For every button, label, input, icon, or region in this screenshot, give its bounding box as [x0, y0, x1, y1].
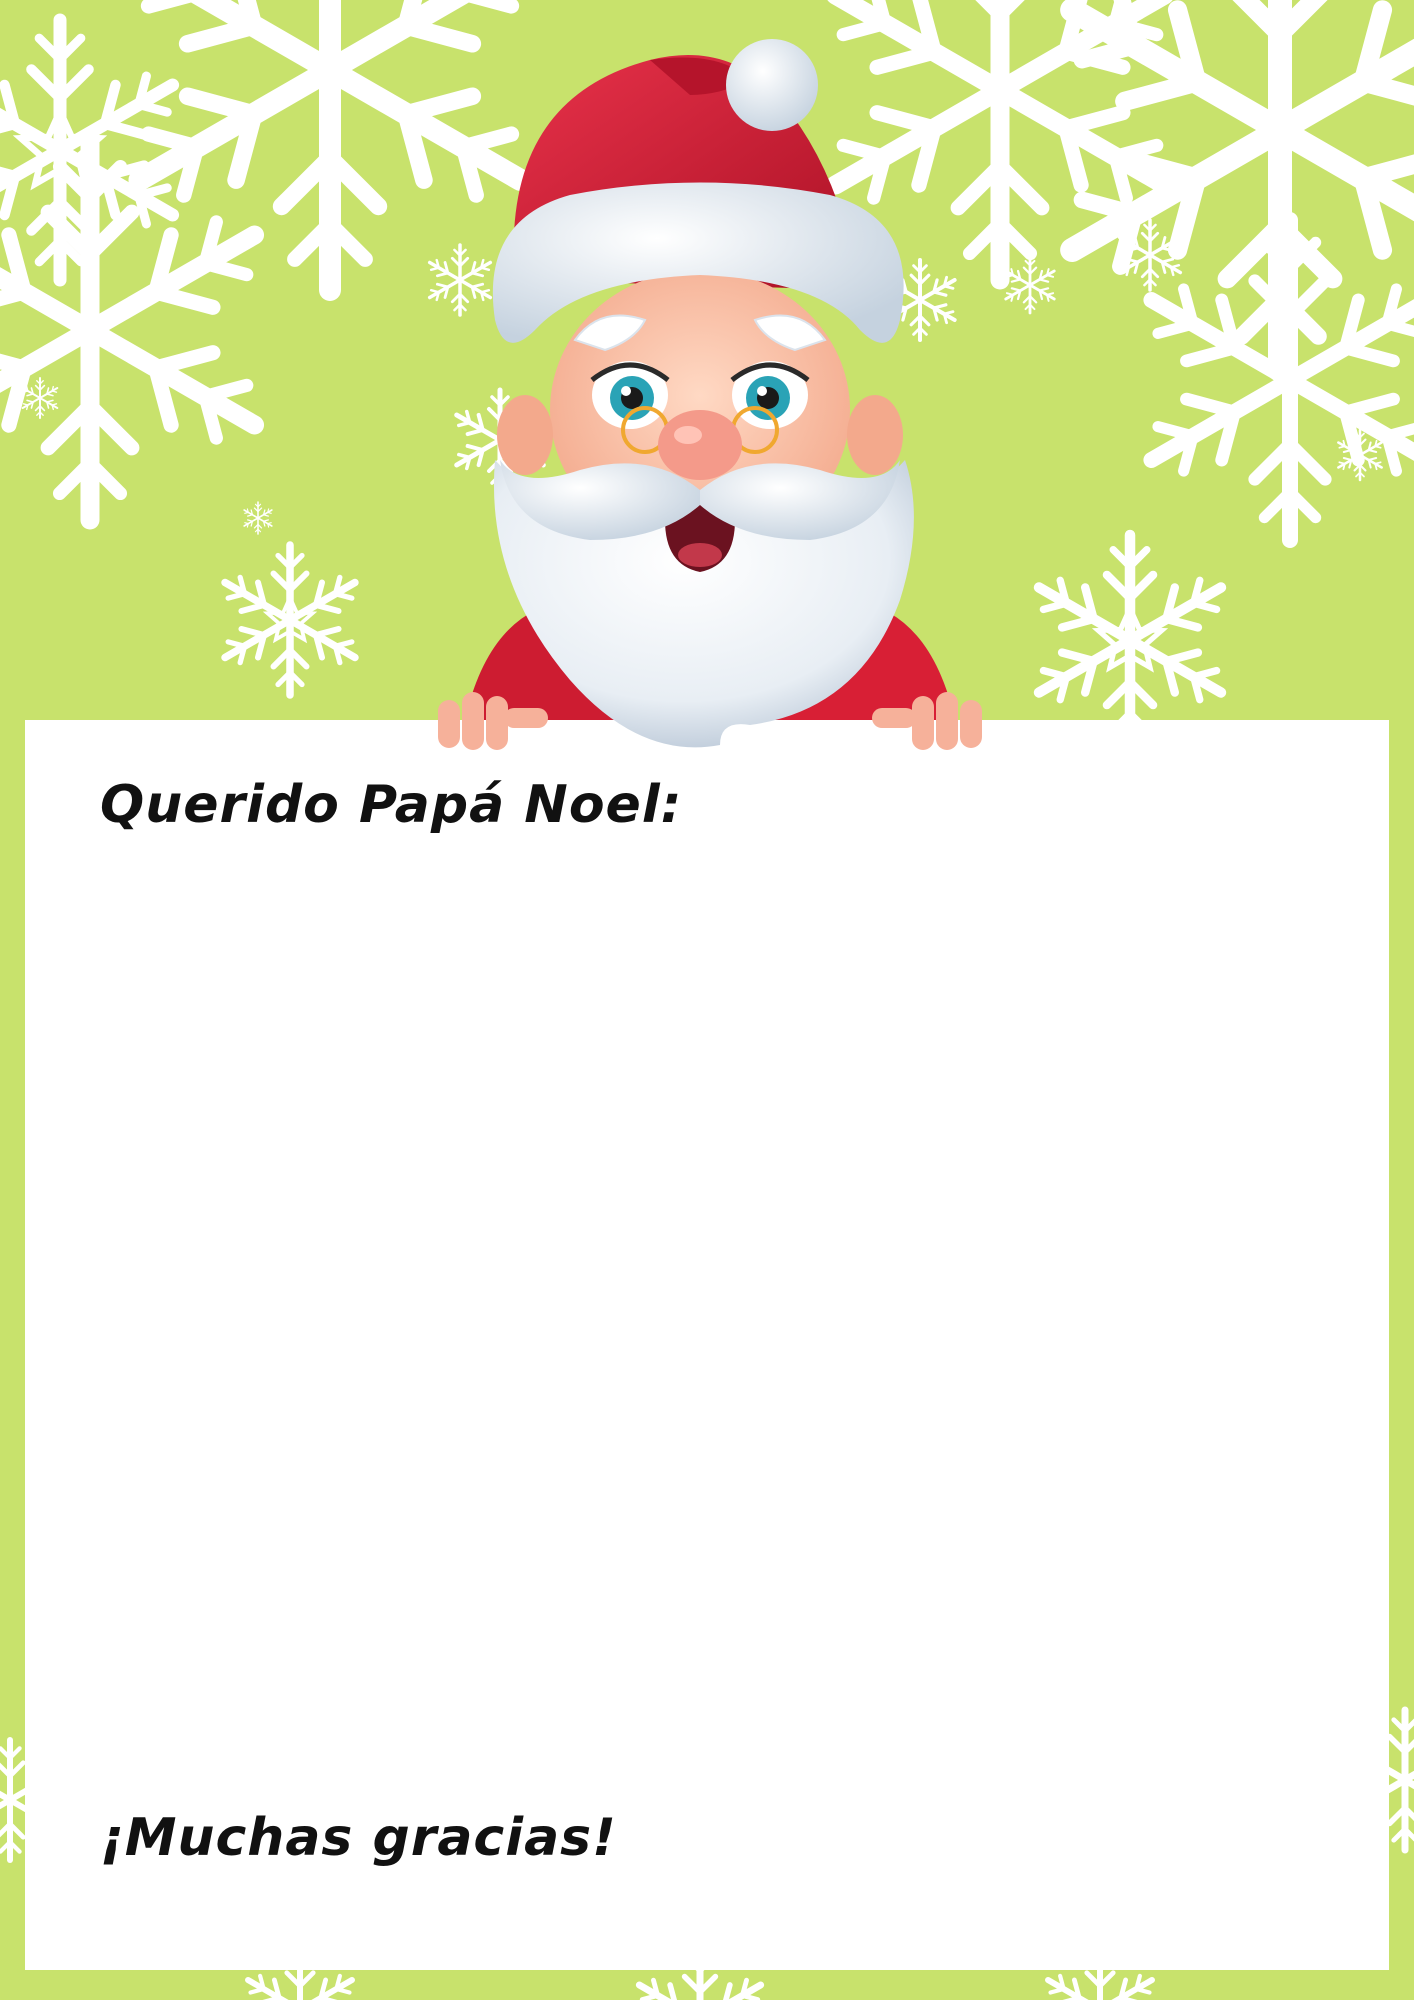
- letter-greeting: Querido Papá Noel:: [100, 775, 683, 835]
- santa-claus-illustration: [438, 39, 982, 750]
- letter-closing: ¡Muchas gracias!: [100, 1808, 617, 1868]
- santa-letter-page: Querido Papá Noel: ¡Muchas gracias!: [0, 0, 1414, 2000]
- letter-paper: [25, 720, 1389, 1970]
